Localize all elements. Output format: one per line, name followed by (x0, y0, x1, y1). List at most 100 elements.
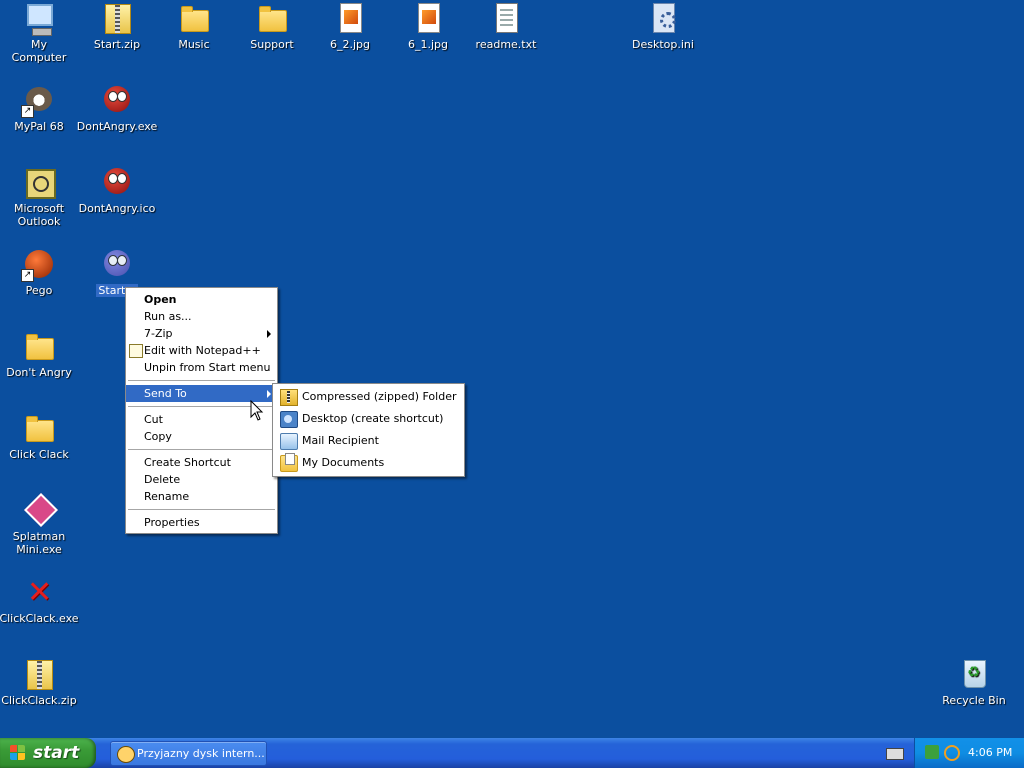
shortcut-arrow-icon: ↗ (21, 105, 34, 118)
desktop-icon-label: Support (250, 38, 294, 51)
taskbar-window-label: Przyjazny dysk intern... (137, 747, 265, 760)
taskbar-window-button[interactable]: Przyjazny dysk intern... (110, 741, 267, 766)
zip-folder-icon (23, 658, 55, 690)
desktop-icon-label: ClickClack.zip (1, 694, 77, 707)
desktop-icon-label: Music (178, 38, 210, 51)
computer-icon (23, 2, 55, 36)
mail-icon (280, 433, 298, 450)
clock[interactable]: 4:06 PM (968, 738, 1012, 768)
menu-separator (128, 449, 275, 450)
desktop-icon-label: Click Clack (9, 448, 69, 461)
submenu-arrow-icon (267, 330, 271, 338)
outlook-icon (23, 166, 56, 199)
mypal-browser-icon: ↗ (21, 84, 55, 118)
splatman-app-icon (23, 493, 58, 527)
desktop-icon-click-clack[interactable]: Click Clack (0, 412, 78, 461)
folder-icon (256, 2, 288, 34)
menu-item-edit-notepad[interactable]: Edit with Notepad++ (126, 342, 277, 359)
taskbar: start Przyjazny dysk intern... 4:06 PM (0, 738, 1024, 768)
desktop-icon-desktop-ini[interactable]: Desktop.ini (624, 2, 702, 51)
desktop-icon-label: DontAngry.exe (76, 120, 158, 133)
menu-item-run-as[interactable]: Run as... (126, 308, 277, 325)
desktop-icon-support[interactable]: Support (233, 2, 311, 51)
menu-item-label: Send To (144, 387, 187, 400)
settings-file-icon (647, 2, 679, 34)
desktop[interactable]: My Computer Start.zip Music Support 6_2.… (0, 0, 1024, 738)
menu-item-create-shortcut[interactable]: Create Shortcut (126, 454, 277, 471)
desktop-icon-6-1-jpg[interactable]: 6_1.jpg (389, 2, 467, 51)
menu-item-copy[interactable]: Copy (126, 428, 277, 445)
desktop-icon-clickclack-exe[interactable]: ✕ ClickClack.exe (0, 575, 79, 626)
recycle-bin-icon (958, 658, 990, 690)
desktop-icon (280, 411, 298, 428)
menu-item-label: Desktop (create shortcut) (302, 412, 444, 425)
image-file-icon (412, 2, 444, 34)
windows-logo-icon (10, 745, 26, 761)
keyboard-layout-icon[interactable] (886, 748, 904, 760)
send-to-mail-recipient[interactable]: Mail Recipient (273, 430, 464, 452)
menu-item-label: Compressed (zipped) Folder (302, 390, 457, 403)
menu-item-rename[interactable]: Rename (126, 488, 277, 505)
desktop-icon-readme-txt[interactable]: readme.txt (467, 2, 545, 51)
desktop-icon-6-2-jpg[interactable]: 6_2.jpg (311, 2, 389, 51)
desktop-icon-label: 6_1.jpg (407, 38, 448, 51)
desktop-icon-outlook[interactable]: Microsoft Outlook (0, 166, 78, 228)
clickclack-app-icon: ✕ (27, 575, 53, 610)
text-file-icon (490, 2, 522, 34)
dontangry-app-icon (101, 84, 133, 116)
dontangry-app-icon (101, 166, 133, 198)
desktop-icon-my-computer[interactable]: My Computer (0, 2, 78, 64)
desktop-icon-label: Microsoft Outlook (13, 202, 65, 228)
send-to-my-documents[interactable]: My Documents (273, 452, 464, 474)
start-button[interactable]: start (0, 738, 96, 768)
dontangry-app-icon (101, 248, 133, 280)
desktop-icon-label: readme.txt (475, 38, 537, 51)
menu-item-properties[interactable]: Properties (126, 514, 277, 531)
desktop-icon-recycle-bin[interactable]: Recycle Bin (935, 658, 1013, 707)
menu-separator (128, 509, 275, 510)
zip-folder-icon (280, 389, 298, 406)
search-icon[interactable] (944, 745, 960, 761)
desktop-icon-start-zip[interactable]: Start.zip (78, 2, 156, 51)
my-documents-icon (280, 453, 298, 472)
system-tray: 4:06 PM (914, 738, 1024, 768)
send-to-compressed-folder[interactable]: Compressed (zipped) Folder (273, 386, 464, 408)
desktop-icon-dontangry-exe[interactable]: DontAngry.exe (76, 84, 158, 133)
send-to-desktop[interactable]: Desktop (create shortcut) (273, 408, 464, 430)
app-icon (117, 746, 135, 763)
desktop-icon-label: 6_2.jpg (329, 38, 370, 51)
desktop-icon-pego[interactable]: ↗ Pego (0, 248, 78, 297)
desktop-icon-dont-angry[interactable]: Don't Angry (0, 330, 78, 379)
network-icon[interactable] (925, 745, 939, 759)
desktop-icon-clickclack-zip[interactable]: ClickClack.zip (0, 658, 78, 707)
desktop-icon-music[interactable]: Music (155, 2, 233, 51)
desktop-icon-label: Start.zip (93, 38, 141, 51)
menu-item-label: Edit with Notepad++ (144, 344, 261, 357)
menu-item-open[interactable]: Open (126, 291, 277, 308)
image-file-icon (334, 2, 366, 34)
desktop-icon-label: DontAngry.ico (78, 202, 156, 215)
zip-folder-icon (101, 2, 133, 34)
menu-item-label: 7-Zip (144, 327, 173, 340)
desktop-icon-mypal[interactable]: ↗ MyPal 68 (0, 84, 78, 133)
menu-item-label: My Documents (302, 456, 385, 469)
send-to-submenu: Compressed (zipped) Folder Desktop (crea… (272, 383, 465, 477)
desktop-icon-label: Recycle Bin (942, 694, 1006, 707)
desktop-icon-label: ClickClack.exe (0, 612, 79, 625)
menu-item-unpin-start[interactable]: Unpin from Start menu (126, 359, 277, 376)
menu-item-7zip[interactable]: 7-Zip (126, 325, 277, 342)
shortcut-arrow-icon: ↗ (21, 269, 34, 282)
folder-icon (23, 330, 55, 362)
menu-item-label: Mail Recipient (302, 434, 379, 447)
folder-icon (23, 412, 55, 444)
start-button-label: start (33, 743, 80, 763)
desktop-icon-label: Don't Angry (6, 366, 72, 379)
desktop-icon-label: Desktop.ini (632, 38, 694, 51)
menu-item-delete[interactable]: Delete (126, 471, 277, 488)
desktop-icon-dontangry-ico[interactable]: DontAngry.ico (78, 166, 156, 215)
desktop-icon-splatman[interactable]: Splatman Mini.exe (0, 493, 78, 556)
menu-separator (128, 380, 275, 381)
notepad-icon (129, 344, 143, 358)
pego-app-icon: ↗ (21, 248, 55, 282)
desktop-icon-label: Splatman Mini.exe (12, 530, 66, 556)
